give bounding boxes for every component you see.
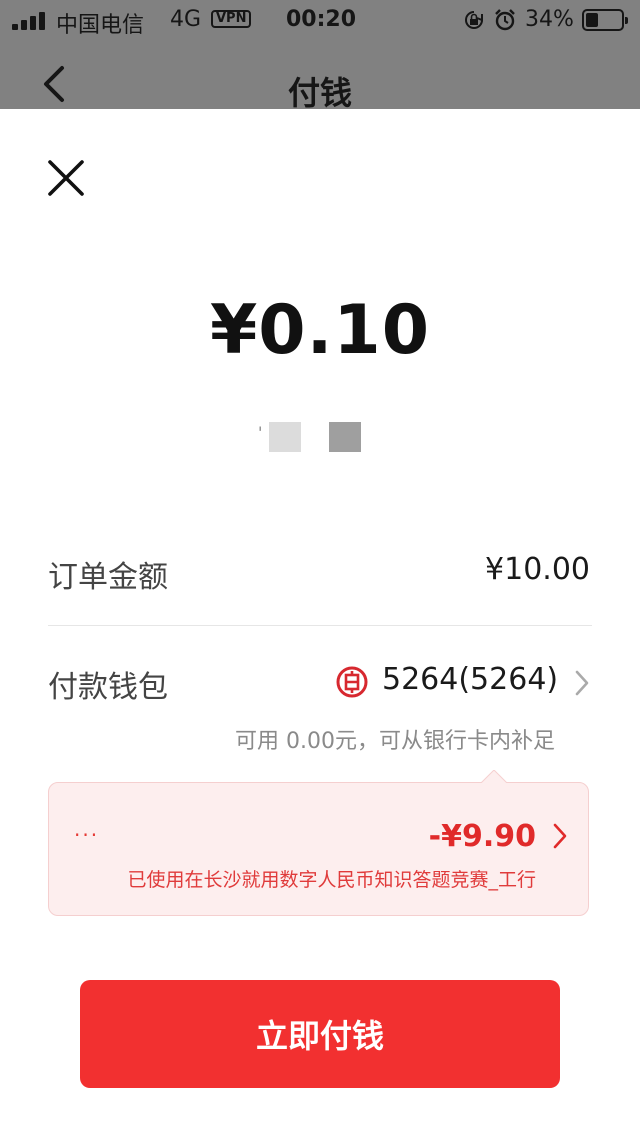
wallet-label: 付款钱包 <box>48 670 168 705</box>
close-icon[interactable] <box>47 159 85 197</box>
status-time: 00:20 <box>286 7 357 32</box>
status-bar: 中国电信 4G VPN 00:20 34% <box>0 0 640 40</box>
network-type: 4G <box>170 7 202 32</box>
discount-description: 已使用在长沙就用数字人民币知识答题竞赛_工行 <box>127 869 536 891</box>
pay-now-button[interactable]: 立即付钱 <box>80 980 560 1088</box>
vpn-badge: VPN <box>211 10 252 28</box>
payment-sheet: ¥0.10 ' 订单金额 ¥10.00 付款钱包 5264(5264) 可用 0… <box>0 109 640 1136</box>
order-amount-value: ¥10.00 <box>485 552 590 587</box>
discount-card[interactable]: ··· -¥9.90 已使用在长沙就用数字人民币知识答题竞赛_工行 <box>48 770 589 916</box>
order-amount-label: 订单金额 <box>48 560 168 595</box>
battery-percent: 34% <box>525 7 574 32</box>
discount-amount: -¥9.90 <box>428 819 536 854</box>
pointer-arrow <box>481 770 507 783</box>
chevron-right-icon <box>575 670 589 696</box>
rotation-lock-icon <box>465 11 483 29</box>
page-title: 付钱 <box>287 74 352 112</box>
carrier-name: 中国电信 <box>56 13 145 38</box>
promo-dots: ··· <box>74 823 100 847</box>
available-balance-note: 可用 0.00元，可从银行卡内补足 <box>235 729 555 754</box>
alarm-icon <box>495 9 515 31</box>
wallet-value: 5264(5264) <box>382 662 559 697</box>
dimmed-background: 中国电信 4G VPN 00:20 34% 付钱 <box>0 0 640 112</box>
battery-icon <box>582 9 628 31</box>
signal-icon <box>12 12 48 30</box>
chevron-right-icon <box>553 823 567 849</box>
payment-amount: ¥0.10 <box>209 291 431 370</box>
icbc-bank-icon <box>336 666 368 698</box>
divider <box>48 625 592 626</box>
payee-name-redacted: ' <box>0 419 640 453</box>
battery-fill <box>586 13 598 27</box>
